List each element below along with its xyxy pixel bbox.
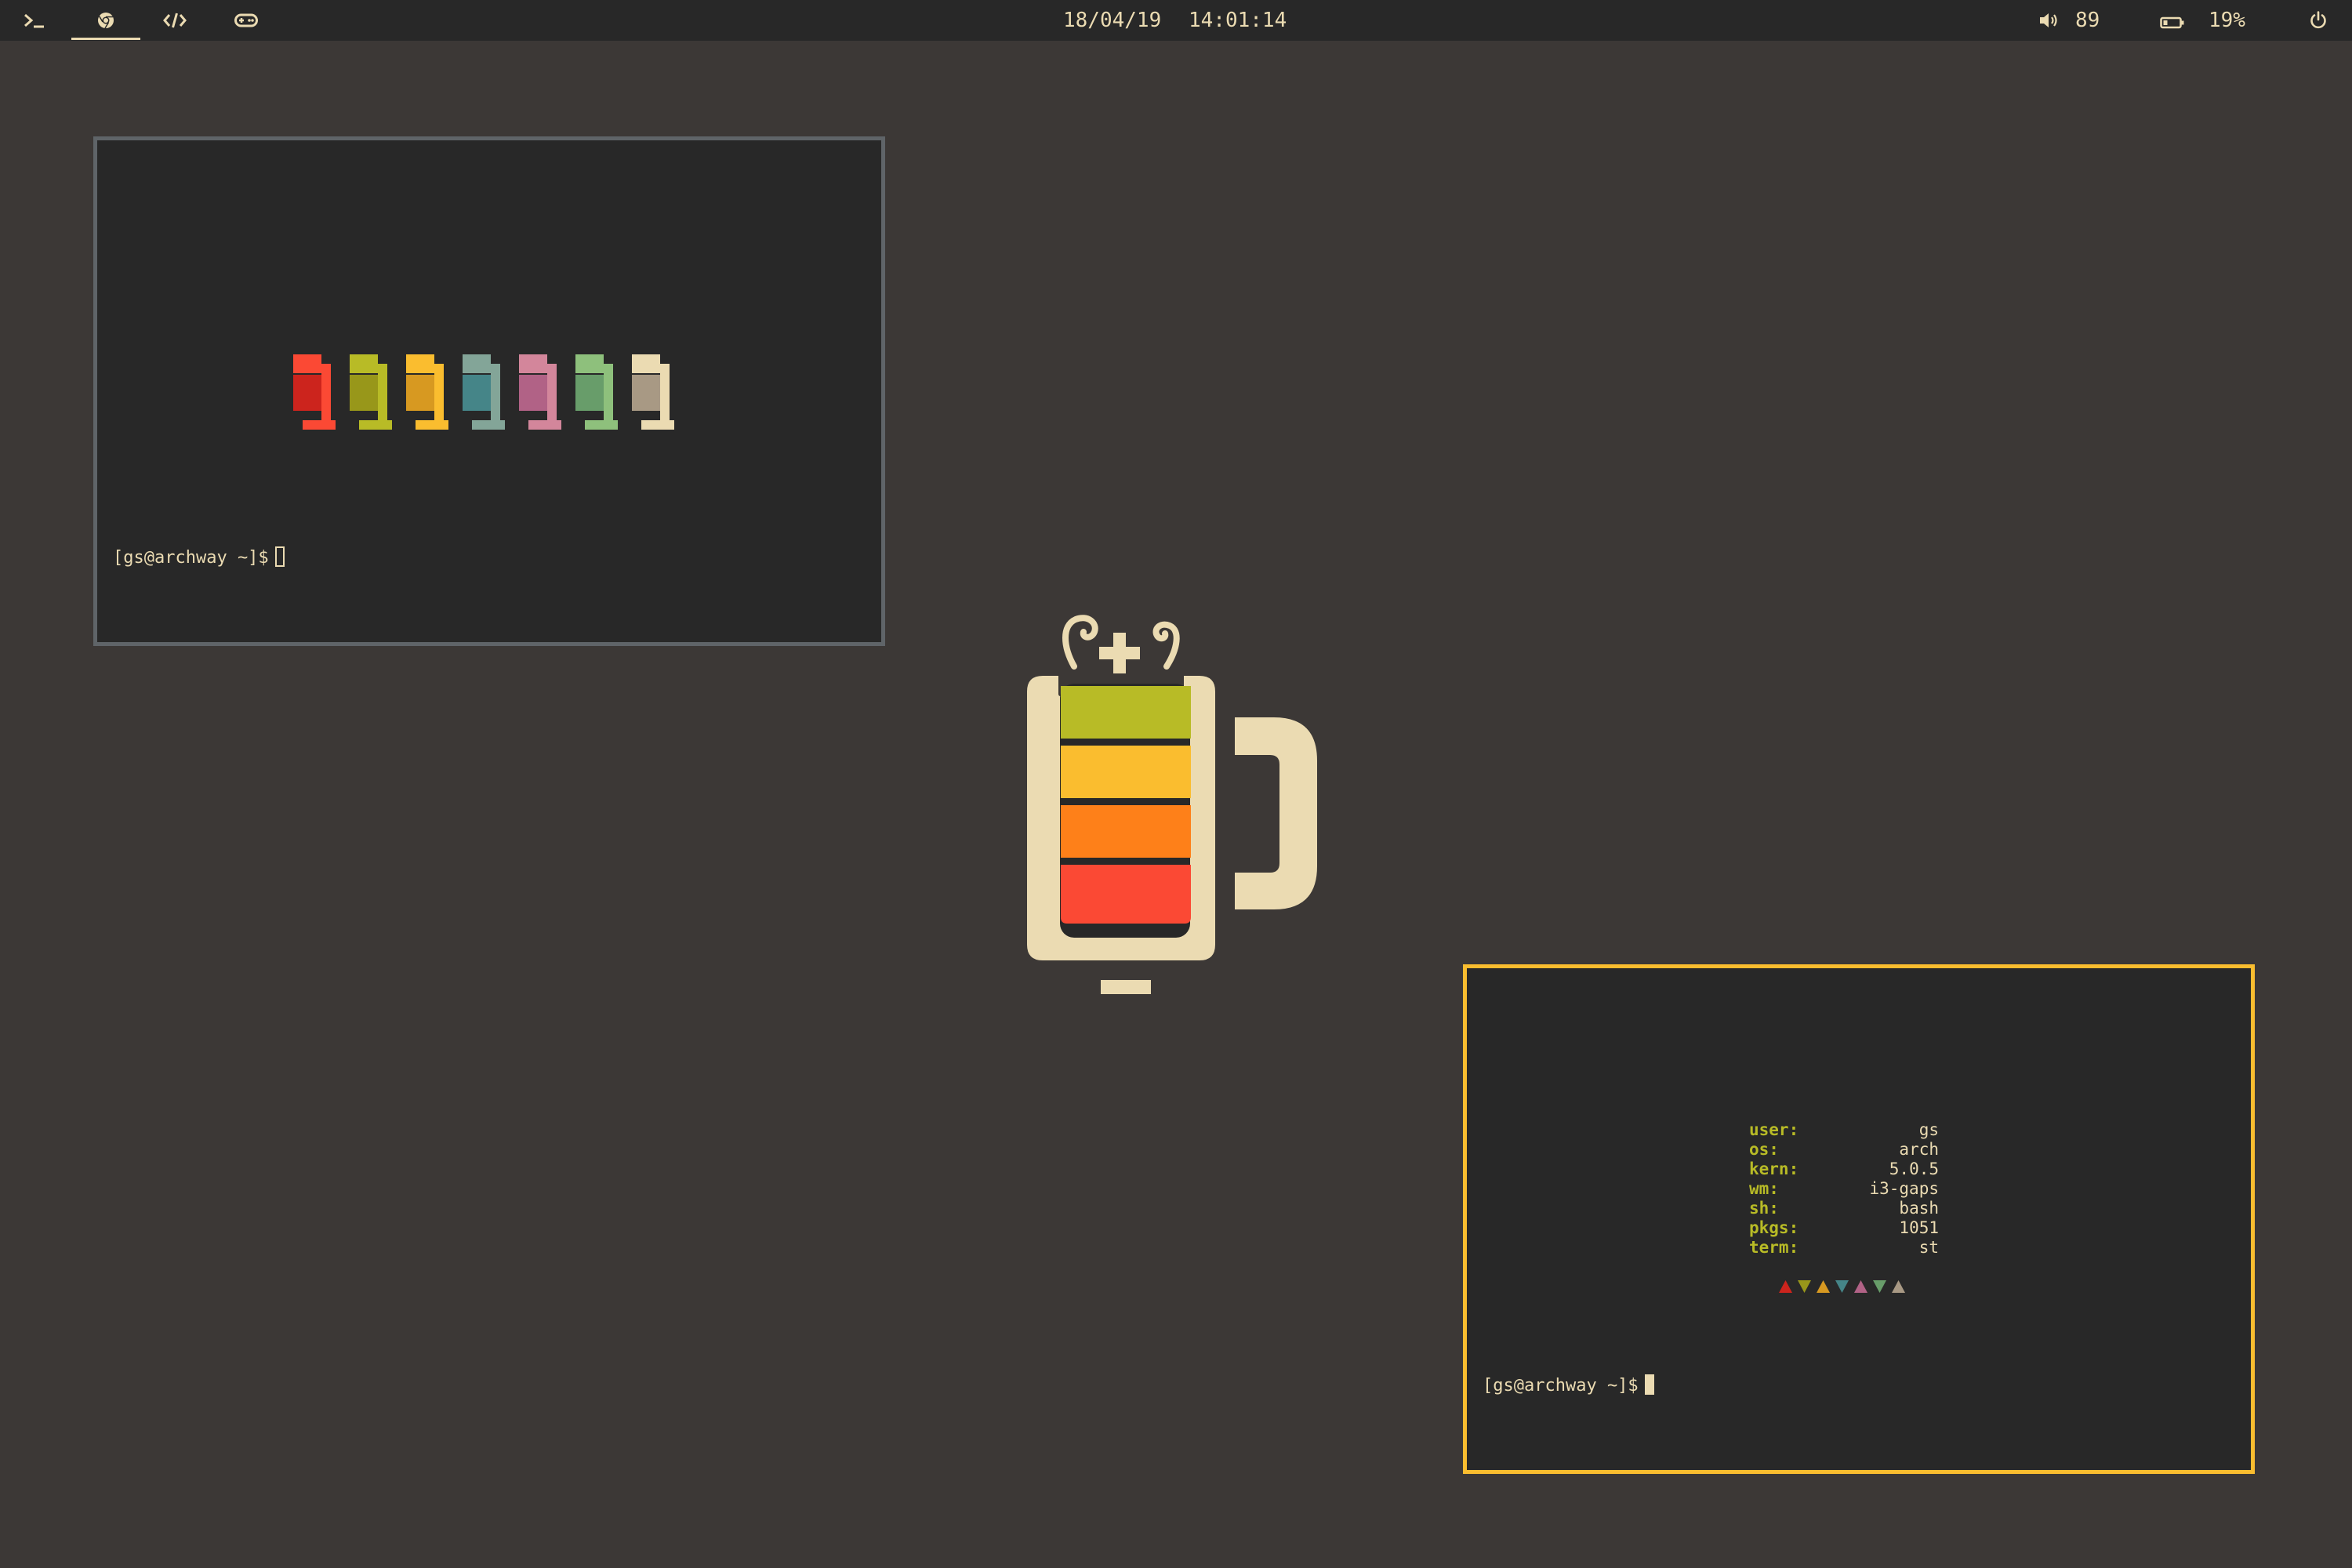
prompt-text: [gs@archway ~]$ — [113, 548, 269, 568]
color-triangle — [1835, 1280, 1849, 1293]
power-icon[interactable] — [2308, 10, 2328, 36]
volume-icon[interactable] — [2038, 11, 2060, 35]
logo-liquid-green — [1061, 686, 1191, 739]
color-block — [575, 354, 618, 430]
color-triangles — [1779, 1280, 1905, 1293]
info-value: bash — [1899, 1199, 1939, 1218]
color-block — [519, 354, 561, 430]
info-key: term: — [1749, 1238, 1799, 1257]
logo-liquid-orange — [1061, 805, 1191, 858]
terminal-window-colorscheme[interactable]: [gs@archway ~]$ — [93, 136, 885, 646]
info-key: sh: — [1749, 1199, 1779, 1218]
info-value: i3-gaps — [1869, 1179, 1939, 1198]
info-key: os: — [1749, 1140, 1779, 1159]
info-row: wm: i3-gaps — [1749, 1179, 1939, 1199]
info-value: gs — [1918, 1120, 1939, 1139]
code-icon — [163, 13, 187, 28]
battery-icon[interactable] — [2160, 13, 2185, 36]
cursor — [1644, 1374, 1654, 1395]
prompt-text: [gs@archway ~]$ — [1483, 1376, 1639, 1396]
info-row: os: arch — [1749, 1140, 1939, 1160]
info-key: kern: — [1749, 1160, 1799, 1178]
info-value: st — [1918, 1238, 1939, 1257]
terminal-prompt-line[interactable]: [gs@archway ~]$ — [1483, 1374, 1654, 1396]
info-row: term: st — [1749, 1238, 1939, 1258]
gamepad-icon — [234, 13, 258, 27]
info-row: kern: 5.0.5 — [1749, 1160, 1939, 1179]
clock-date: 18/04/19 — [1063, 9, 1162, 32]
workspace-terminal[interactable] — [0, 0, 69, 41]
workspace-code[interactable] — [140, 0, 209, 41]
clock-time: 14:01:14 — [1189, 9, 1287, 32]
color-triangle — [1873, 1280, 1886, 1293]
terminal-icon — [24, 13, 44, 28]
system-info: user: gs os: arch kern: 5.0.5 wm: i3-gaps sh: bas… — [1749, 1120, 1939, 1258]
info-value: 5.0.5 — [1889, 1160, 1939, 1178]
logo-liquid-yellow — [1061, 746, 1191, 798]
color-block — [293, 354, 336, 430]
info-row: sh: bash — [1749, 1199, 1939, 1218]
color-triangle — [1798, 1280, 1811, 1293]
color-triangle — [1779, 1280, 1792, 1293]
color-blocks — [293, 354, 674, 430]
color-block — [463, 354, 505, 430]
top-bar: 18/04/19 14:01:14 89 19% — [0, 0, 2352, 41]
info-key: wm: — [1749, 1179, 1779, 1198]
color-block — [632, 354, 674, 430]
workspace-games[interactable] — [212, 0, 281, 41]
color-triangle — [1817, 1280, 1830, 1293]
info-key: user: — [1749, 1120, 1799, 1139]
color-block — [406, 354, 448, 430]
cursor — [274, 546, 285, 567]
chrome-icon — [98, 13, 114, 29]
color-triangle — [1854, 1280, 1867, 1293]
info-value: 1051 — [1899, 1218, 1939, 1237]
info-row: user: gs — [1749, 1120, 1939, 1140]
info-row: pkgs: 1051 — [1749, 1218, 1939, 1238]
arch-mug-logo — [1027, 615, 1317, 994]
info-value: arch — [1899, 1140, 1939, 1159]
color-triangle — [1892, 1280, 1905, 1293]
terminal-window-fetch[interactable]: user: gs os: arch kern: 5.0.5 wm: i3-gaps sh: bas… — [1463, 964, 2255, 1474]
terminal-prompt-line[interactable]: [gs@archway ~]$ — [113, 546, 285, 568]
color-block — [350, 354, 392, 430]
workspace-browser[interactable] — [71, 0, 140, 41]
info-key: pkgs: — [1749, 1218, 1799, 1237]
logo-liquid-red — [1061, 865, 1191, 924]
volume-level[interactable]: 89 — [2075, 0, 2100, 41]
battery-level[interactable]: 19% — [2209, 0, 2245, 41]
